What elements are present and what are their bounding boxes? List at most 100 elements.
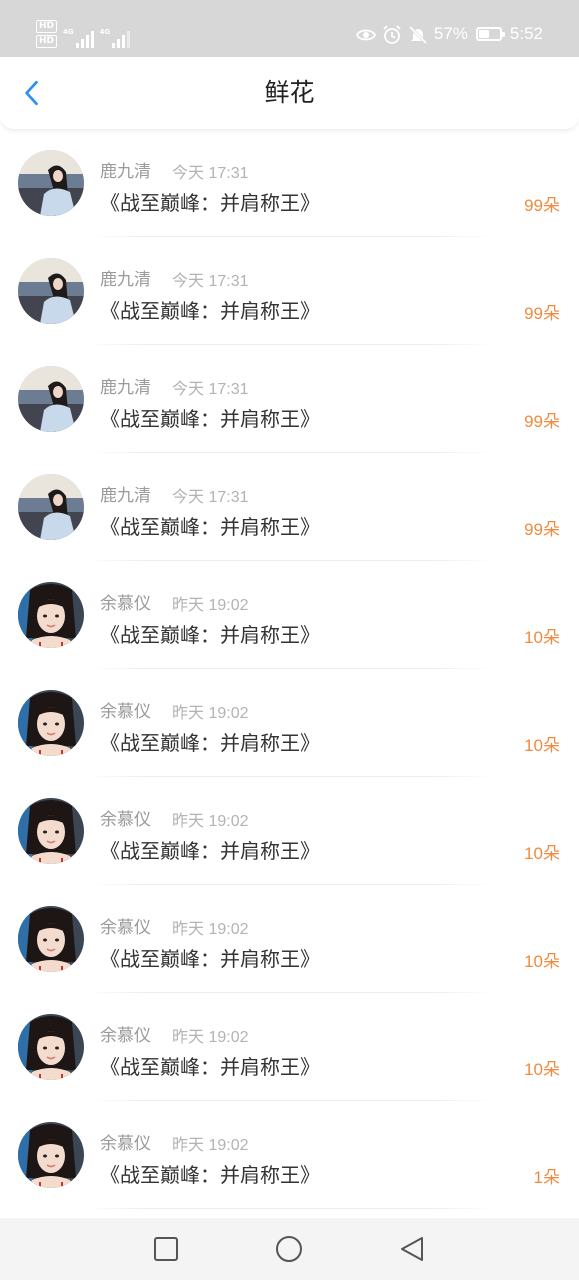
- status-bar: HD HD 4G 4G 57% 5:52: [0, 0, 579, 57]
- avatar-photo-b: [18, 582, 84, 648]
- eye-icon: [355, 25, 376, 43]
- record-time: 昨天 19:02: [172, 921, 249, 938]
- flower-amount: 99朵: [524, 520, 560, 539]
- avatar-photo-b: [18, 798, 84, 864]
- sender-name: 余慕仪: [100, 702, 151, 722]
- flower-record-row[interactable]: 鹿九清 今天 17:31 《战至巅峰：并肩称王》 99朵: [0, 345, 579, 453]
- book-title: 《战至巅峰：并肩称王》: [100, 623, 320, 647]
- flower-amount: 10朵: [524, 628, 560, 647]
- book-title: 《战至巅峰：并肩称王》: [100, 299, 320, 323]
- flower-amount: 10朵: [524, 952, 560, 971]
- avatar-photo-a: [18, 258, 84, 324]
- sender-name: 余慕仪: [100, 1026, 151, 1046]
- recent-apps-button[interactable]: [152, 1235, 180, 1263]
- sender-name: 余慕仪: [100, 918, 151, 938]
- system-navigation-bar: [0, 1218, 579, 1280]
- flower-record-row[interactable]: 鹿九清 今天 17:31 《战至巅峰：并肩称王》 99朵: [0, 237, 579, 345]
- network-indicators: HD HD 4G 4G: [36, 20, 131, 48]
- home-button[interactable]: [275, 1235, 303, 1263]
- flower-record-row[interactable]: 余慕仪 昨天 19:02 《战至巅峰：并肩称王》 1朵: [0, 1101, 579, 1209]
- avatar-photo-b: [18, 690, 84, 756]
- avatar-photo-b: [18, 1014, 84, 1080]
- record-time: 今天 17:31: [172, 381, 249, 398]
- record-time: 昨天 19:02: [172, 597, 249, 614]
- book-title: 《战至巅峰：并肩称王》: [100, 515, 320, 539]
- navigation-header: 鲜花: [0, 57, 579, 130]
- signal-icon-2: 4G: [100, 28, 131, 48]
- sender-name: 余慕仪: [100, 594, 151, 614]
- record-time: 昨天 19:02: [172, 705, 249, 722]
- avatar-photo-b: [18, 1122, 84, 1188]
- record-time: 今天 17:31: [172, 489, 249, 506]
- battery-icon: [475, 27, 505, 41]
- avatar[interactable]: [18, 366, 84, 432]
- avatar[interactable]: [18, 1014, 84, 1080]
- flower-record-row[interactable]: 鹿九清 今天 17:31 《战至巅峰：并肩称王》 99朵: [0, 129, 579, 237]
- book-title: 《战至巅峰：并肩称王》: [100, 191, 320, 215]
- sender-name: 鹿九清: [100, 486, 151, 506]
- avatar[interactable]: [18, 474, 84, 540]
- book-title: 《战至巅峰：并肩称王》: [100, 407, 320, 431]
- hd-badge-1: HD: [36, 20, 58, 33]
- avatar-photo-b: [18, 906, 84, 972]
- record-time: 今天 17:31: [172, 273, 249, 290]
- avatar-photo-a: [18, 366, 84, 432]
- hd-badges: HD HD: [36, 20, 58, 48]
- book-title: 《战至巅峰：并肩称王》: [100, 1163, 320, 1187]
- sender-name: 鹿九清: [100, 378, 151, 398]
- book-title: 《战至巅峰：并肩称王》: [100, 947, 320, 971]
- flower-amount: 10朵: [524, 736, 560, 755]
- row-divider: [86, 1208, 493, 1209]
- book-title: 《战至巅峰：并肩称王》: [100, 839, 320, 863]
- back-nav-button[interactable]: [398, 1235, 426, 1263]
- alarm-icon: [382, 25, 401, 44]
- avatar[interactable]: [18, 690, 84, 756]
- flower-amount: 99朵: [524, 196, 560, 215]
- avatar[interactable]: [18, 1122, 84, 1188]
- sender-name: 鹿九清: [100, 270, 151, 290]
- avatar[interactable]: [18, 906, 84, 972]
- battery-fill: [478, 30, 489, 38]
- battery-percent: 57%: [433, 24, 468, 43]
- sender-name: 鹿九清: [100, 162, 151, 182]
- book-title: 《战至巅峰：并肩称王》: [100, 731, 320, 755]
- chevron-left-icon: [25, 80, 38, 106]
- status-icons: 57% 5:52: [355, 24, 543, 45]
- square-recent-apps-icon: [154, 1237, 178, 1261]
- record-time: 昨天 19:02: [172, 1029, 249, 1046]
- clock-time: 5:52: [509, 24, 543, 43]
- avatar-photo-a: [18, 150, 84, 216]
- avatar[interactable]: [18, 582, 84, 648]
- sender-name: 余慕仪: [100, 1134, 151, 1154]
- record-time: 昨天 19:02: [172, 813, 249, 830]
- signal-icon-1: 4G: [63, 28, 94, 48]
- flower-record-row[interactable]: 余慕仪 昨天 19:02 《战至巅峰：并肩称王》 10朵: [0, 777, 579, 885]
- signal-label-1: 4G: [63, 28, 74, 36]
- sender-name: 余慕仪: [100, 810, 151, 830]
- record-time: 昨天 19:02: [172, 1137, 249, 1154]
- flower-amount: 99朵: [524, 304, 560, 323]
- flower-amount: 1朵: [533, 1168, 560, 1187]
- hd-badge-2: HD: [36, 35, 58, 48]
- flower-record-row[interactable]: 鹿九清 今天 17:31 《战至巅峰：并肩称王》 99朵: [0, 453, 579, 561]
- signal-label-2: 4G: [99, 28, 111, 36]
- record-time: 今天 17:31: [172, 165, 249, 182]
- circle-home-icon: [276, 1236, 302, 1262]
- triangle-back-icon: [401, 1237, 423, 1261]
- mute-bell-icon: [408, 25, 427, 45]
- flower-record-row[interactable]: 余慕仪 昨天 19:02 《战至巅峰：并肩称王》 10朵: [0, 885, 579, 993]
- avatar[interactable]: [18, 150, 84, 216]
- back-button[interactable]: [14, 75, 50, 111]
- flower-record-row[interactable]: 余慕仪 昨天 19:02 《战至巅峰：并肩称王》 10朵: [0, 993, 579, 1101]
- page-title: 鲜花: [264, 78, 315, 107]
- flower-record-row[interactable]: 余慕仪 昨天 19:02 《战至巅峰：并肩称王》 10朵: [0, 561, 579, 669]
- flower-amount: 10朵: [524, 1060, 560, 1079]
- flower-record-row[interactable]: 余慕仪 昨天 19:02 《战至巅峰：并肩称王》 10朵: [0, 669, 579, 777]
- flower-record-list: 鹿九清 今天 17:31 《战至巅峰：并肩称王》 99朵 鹿九清 今天 17:3…: [0, 129, 579, 1209]
- book-title: 《战至巅峰：并肩称王》: [100, 1055, 320, 1079]
- avatar[interactable]: [18, 798, 84, 864]
- avatar-photo-a: [18, 474, 84, 540]
- avatar[interactable]: [18, 258, 84, 324]
- flower-amount: 10朵: [524, 844, 560, 863]
- flower-amount: 99朵: [524, 412, 560, 431]
